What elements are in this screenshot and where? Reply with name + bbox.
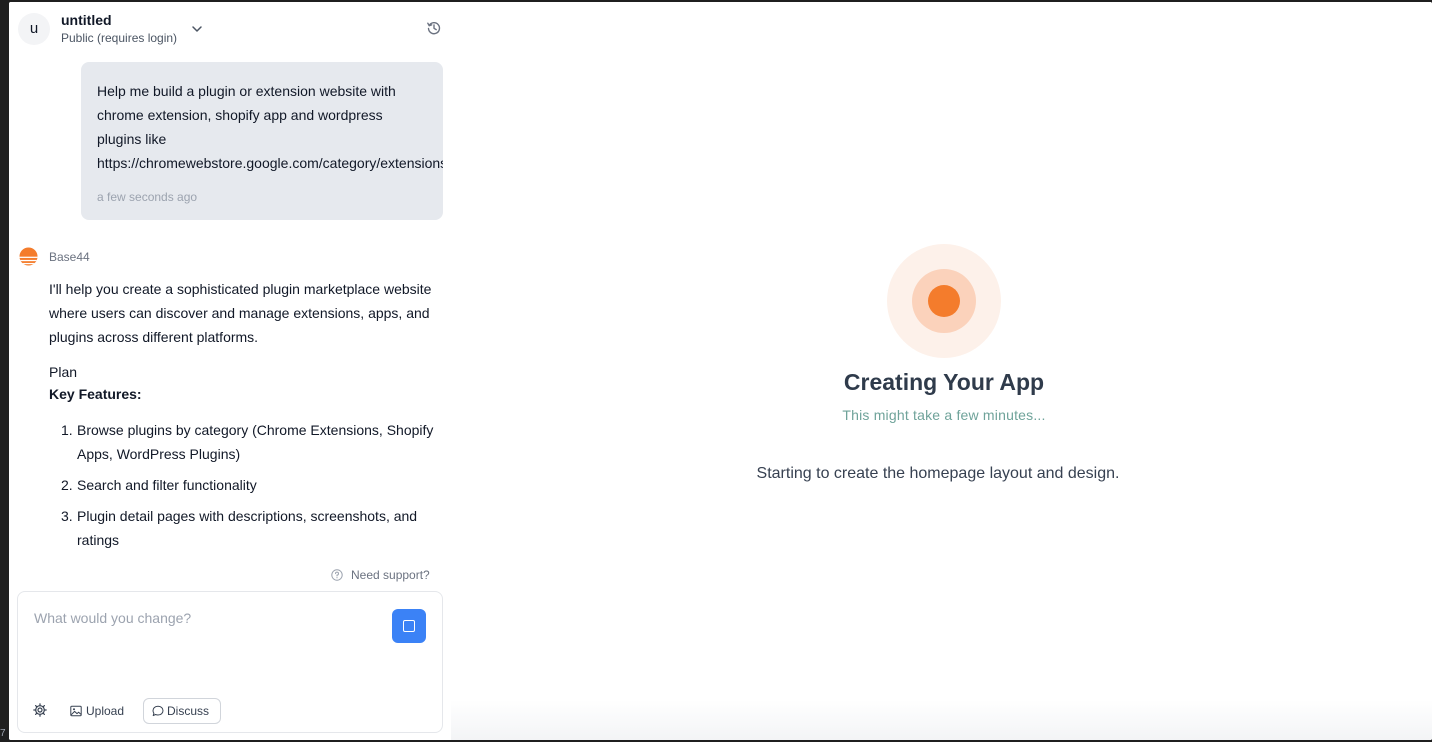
user-message: Help me build a plugin or extension webs… (81, 62, 443, 220)
project-title[interactable]: untitled (61, 12, 112, 29)
gear-icon[interactable] (33, 703, 47, 717)
loading-indicator (887, 244, 1001, 358)
chat-bubble-icon (152, 705, 164, 717)
list-item: 2. Search and filter functionality (49, 473, 444, 497)
list-item-text: Plugin detail pages with descriptions, s… (77, 508, 418, 548)
base44-logo-icon (19, 247, 38, 266)
user-message-line: Help me build a plugin or extension webs… (97, 83, 396, 99)
creating-title: Creating Your App (843, 369, 1045, 395)
user-message-link[interactable]: https://chromewebstore.google.com/catego… (97, 151, 443, 175)
stop-square-icon (403, 620, 415, 632)
user-message-line: plugins like (97, 131, 167, 147)
list-item: 3. Plugin detail pages with descriptions… (49, 504, 444, 552)
upload-label: Upload (86, 704, 125, 718)
image-icon (70, 705, 82, 717)
message-timestamp: a few seconds ago (97, 190, 198, 204)
edge-number: 7 (0, 728, 6, 739)
list-number: 3. (61, 508, 73, 524)
preview-panel: Creating Your App This might take a few … (451, 2, 1432, 740)
chevron-down-icon[interactable] (190, 22, 204, 36)
feature-list: 1. Browse plugins by category (Chrome Ex… (49, 418, 444, 552)
help-circle-icon (331, 569, 343, 581)
discuss-label: Discuss (167, 704, 210, 718)
assistant-name: Base44 (49, 250, 90, 264)
user-message-line: chrome extension, shopify app and wordpr… (97, 107, 383, 123)
upload-button[interactable]: Upload (62, 699, 124, 723)
list-item-text: Browse plugins by category (Chrome Exten… (77, 422, 434, 462)
key-features-heading: Key Features: (49, 386, 142, 402)
assistant-intro: I'll help you create a sophisticated plu… (49, 281, 432, 345)
list-number: 2. (61, 477, 73, 493)
list-item: 1. Browse plugins by category (Chrome Ex… (49, 418, 444, 466)
app-window: u untitled Public (requires login) Help … (9, 2, 1432, 740)
avatar[interactable]: u (18, 13, 50, 45)
discuss-button[interactable]: Discuss (143, 698, 221, 724)
list-number: 1. (61, 422, 73, 438)
project-header: u untitled Public (requires login) (9, 2, 451, 52)
stop-button[interactable] (392, 609, 426, 643)
creating-subtitle: This might take a few minutes... (842, 407, 1046, 423)
history-icon[interactable] (426, 20, 442, 36)
message-input[interactable] (34, 607, 384, 629)
plan-label: Plan (49, 364, 78, 380)
progress-status: Starting to create the homepage layout a… (756, 465, 1120, 482)
assistant-message: I'll help you create a sophisticated plu… (49, 277, 444, 559)
project-visibility: Public (requires login) (61, 31, 178, 45)
bottom-gradient (451, 700, 1432, 740)
list-item-text: Search and filter functionality (77, 477, 257, 493)
need-support-label: Need support? (351, 568, 430, 582)
loading-dot (928, 285, 960, 317)
chat-panel: u untitled Public (requires login) Help … (9, 2, 451, 740)
message-composer: Upload Discuss (17, 591, 443, 733)
